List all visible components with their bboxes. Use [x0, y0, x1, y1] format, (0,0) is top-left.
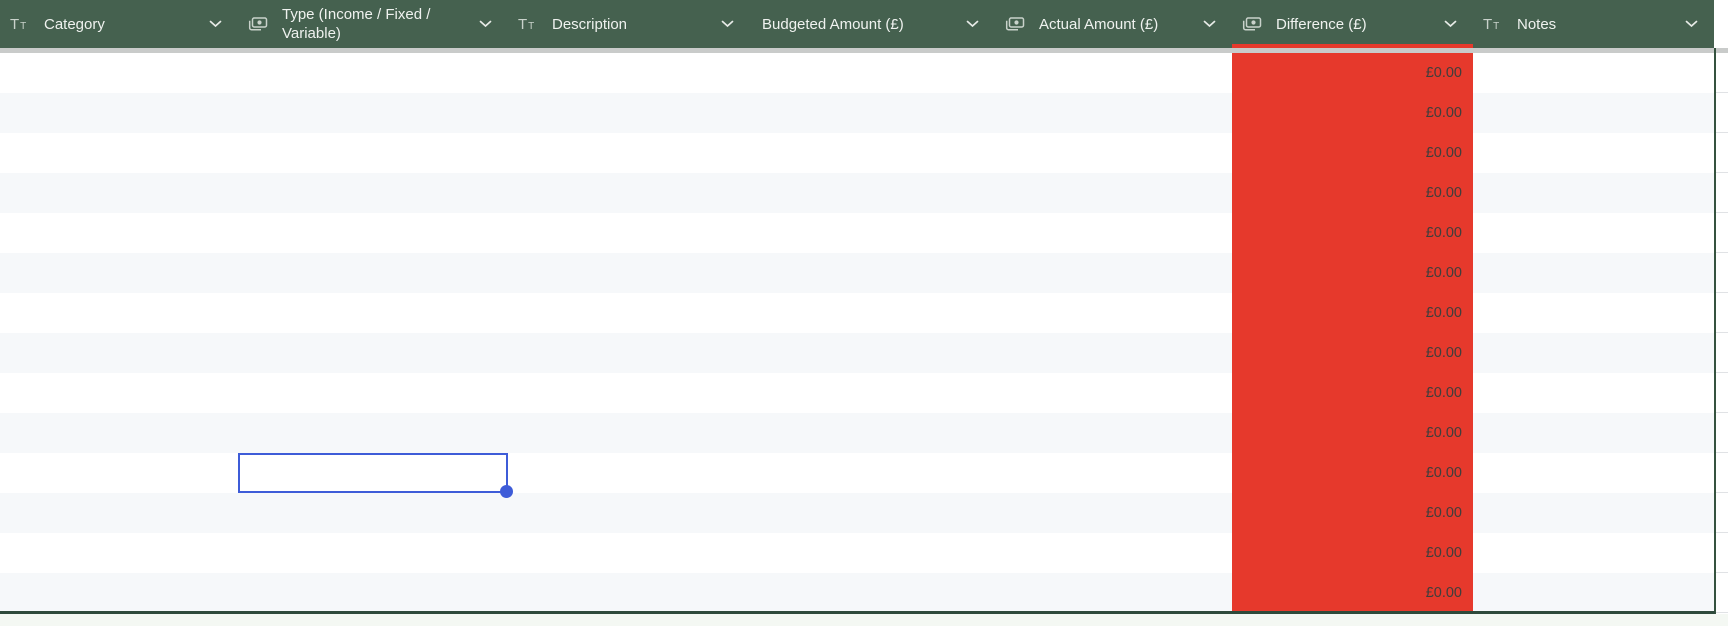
column-header-difference[interactable]: Difference (£) — [1232, 0, 1473, 48]
column-header-actual-amount[interactable]: Actual Amount (£) — [995, 0, 1232, 48]
column-label: Category — [44, 15, 105, 33]
table-header-row: TT Category Type (Income / Fixed / Varia… — [0, 0, 1714, 48]
difference-cell[interactable]: £0.00 — [1232, 533, 1473, 573]
column-header-description[interactable]: TT Description — [508, 0, 750, 48]
difference-cell[interactable]: £0.00 — [1232, 453, 1473, 493]
difference-cell[interactable]: £0.00 — [1232, 53, 1473, 93]
spreadsheet-table-view: TT Category Type (Income / Fixed / Varia… — [0, 0, 1728, 626]
currency-field-icon — [248, 17, 268, 31]
selected-cell[interactable] — [238, 453, 513, 498]
column-label: Description — [552, 15, 628, 33]
difference-cell[interactable]: £0.00 — [1232, 293, 1473, 333]
difference-cell[interactable]: £0.00 — [1232, 493, 1473, 533]
gridline-cell — [1716, 413, 1728, 453]
below-table-band — [0, 614, 1728, 626]
difference-cell[interactable]: £0.00 — [1232, 93, 1473, 133]
difference-cell[interactable]: £0.00 — [1232, 133, 1473, 173]
gridline-cell — [1716, 253, 1728, 293]
column-label: Difference (£) — [1276, 15, 1367, 33]
gridline-cell — [1716, 333, 1728, 373]
chevron-down-icon[interactable] — [966, 20, 979, 28]
gridline-cell — [1716, 453, 1728, 493]
difference-cell[interactable]: £0.00 — [1232, 373, 1473, 413]
text-field-icon: TT — [10, 15, 28, 33]
column-header-notes[interactable]: TT Notes — [1473, 0, 1714, 48]
column-label: Notes — [1517, 15, 1557, 33]
difference-cell[interactable]: £0.00 — [1232, 573, 1473, 613]
text-field-icon: TT — [518, 15, 536, 33]
difference-cell[interactable]: £0.00 — [1232, 173, 1473, 213]
column-label: Budgeted Amount (£) — [762, 15, 904, 33]
difference-cell[interactable]: £0.00 — [1232, 413, 1473, 453]
chevron-down-icon[interactable] — [721, 20, 734, 28]
chevron-down-icon[interactable] — [1203, 20, 1216, 28]
chevron-down-icon[interactable] — [1685, 20, 1698, 28]
column-header-type[interactable]: Type (Income / Fixed / Variable) — [238, 0, 508, 48]
column-label: Type (Income / Fixed / Variable) — [282, 6, 431, 42]
table-right-border — [1714, 48, 1716, 614]
column-header-budgeted-amount[interactable]: Budgeted Amount (£) — [750, 0, 995, 48]
chevron-down-icon[interactable] — [1444, 20, 1457, 28]
gridline-cell — [1716, 533, 1728, 573]
currency-field-icon — [1242, 17, 1262, 31]
gridline-cell — [1716, 373, 1728, 413]
gridline-cell — [1716, 93, 1728, 133]
difference-cell[interactable]: £0.00 — [1232, 333, 1473, 373]
gridline-cell — [1716, 173, 1728, 213]
column-label: Actual Amount (£) — [1039, 15, 1159, 33]
difference-column: £0.00 £0.00 £0.00 £0.00 £0.00 £0.00 £0.00 £0.00… — [1232, 53, 1473, 613]
gridline-cell — [1716, 573, 1728, 613]
difference-cell[interactable]: £0.00 — [1232, 213, 1473, 253]
gridline-cell — [1716, 133, 1728, 173]
gridline-cell — [1716, 293, 1728, 333]
column-header-category[interactable]: TT Category — [0, 0, 238, 48]
fill-handle[interactable] — [500, 485, 513, 498]
outside-grid-area — [1716, 53, 1728, 613]
text-field-icon: TT — [1483, 15, 1501, 33]
difference-cell[interactable]: £0.00 — [1232, 253, 1473, 293]
chevron-down-icon[interactable] — [209, 20, 222, 28]
chevron-down-icon[interactable] — [479, 20, 492, 28]
gridline-cell — [1716, 53, 1728, 93]
gridline-cell — [1716, 213, 1728, 253]
currency-field-icon — [1005, 17, 1025, 31]
gridline-cell — [1716, 493, 1728, 533]
